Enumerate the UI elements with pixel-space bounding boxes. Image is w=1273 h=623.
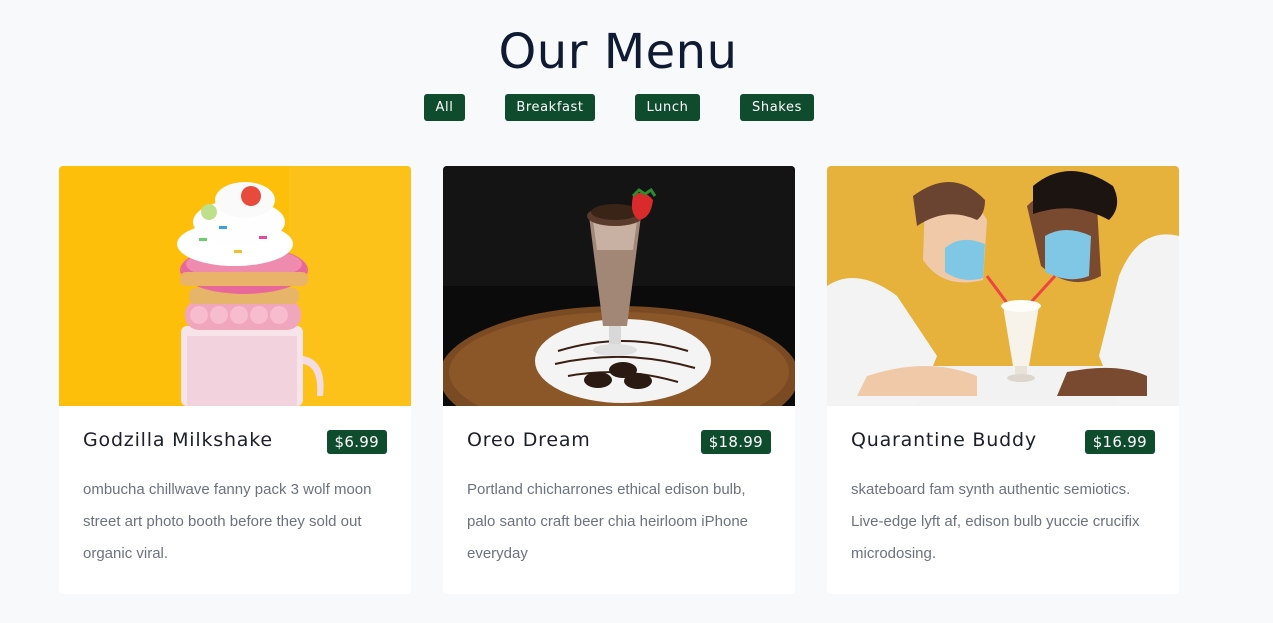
oreo-shake-image [443,166,795,406]
freakshake-image [59,166,411,406]
menu-card: Quarantine Buddy $16.99 skateboard fam s… [827,166,1179,594]
filter-breakfast-button[interactable]: Breakfast [505,94,595,121]
price-badge: $18.99 [700,430,771,454]
filter-lunch-button[interactable]: Lunch [635,94,700,121]
price-badge: $6.99 [326,430,387,454]
filter-all-button[interactable]: All [424,94,465,121]
item-title: Godzilla Milkshake [83,429,273,451]
couple-masks-shake-image [827,166,1179,406]
item-description: ombucha chillwave fanny pack 3 wolf moon… [83,481,372,562]
menu-card: Godzilla Milkshake $6.99 ombucha chillwa… [59,166,411,594]
price-badge: $16.99 [1084,430,1155,454]
menu-card: Oreo Dream $18.99 Portland chicharrones … [443,166,795,594]
item-title: Oreo Dream [467,429,591,451]
item-description: skateboard fam synth authentic semiotics… [851,481,1140,562]
item-title: Quarantine Buddy [851,429,1037,451]
item-description: Portland chicharrones ethical edison bul… [467,481,749,562]
filter-bar: All Breakfast Lunch Shakes [0,94,1273,122]
filter-shakes-button[interactable]: Shakes [740,94,814,121]
page-title: Our Menu [498,24,738,80]
